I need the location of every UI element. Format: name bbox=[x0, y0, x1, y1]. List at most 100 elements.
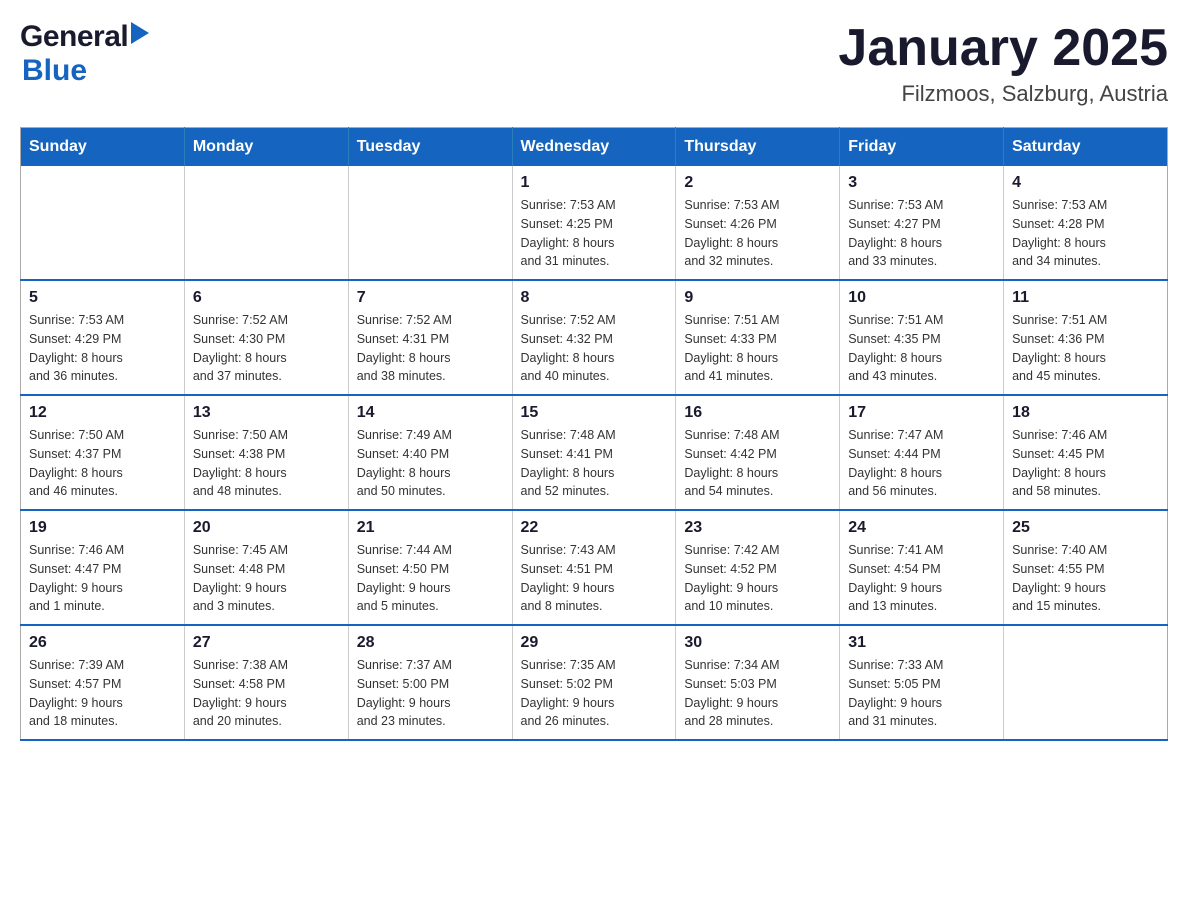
day-info: Sunrise: 7:34 AMSunset: 5:03 PMDaylight:… bbox=[684, 656, 831, 731]
day-number: 1 bbox=[521, 174, 668, 192]
calendar-cell: 9 Sunrise: 7:51 AMSunset: 4:33 PMDaylight… bbox=[676, 280, 840, 395]
day-number: 30 bbox=[684, 634, 831, 652]
day-info: Sunrise: 7:41 AMSunset: 4:54 PMDaylight:… bbox=[848, 541, 995, 616]
calendar-cell: 1Sunrise: 7:53 AMSunset: 4:25 PMDaylight… bbox=[512, 166, 676, 280]
day-info: Sunrise: 7:45 AMSunset: 4:48 PMDaylight:… bbox=[193, 541, 340, 616]
calendar-week-3: 12 Sunrise: 7:50 AMSunset: 4:37 PMDayligh… bbox=[21, 395, 1168, 510]
day-number: 29 bbox=[521, 634, 668, 652]
calendar-cell: 11 Sunrise: 7:51 AMSunset: 4:36 PMDayligh… bbox=[1004, 280, 1168, 395]
day-info: Sunrise: 7:53 AMSunset: 4:27 PMDaylight:… bbox=[848, 196, 995, 271]
day-number: 25 bbox=[1012, 519, 1159, 537]
day-info: Sunrise: 7:46 AMSunset: 4:45 PMDaylight:… bbox=[1012, 426, 1159, 501]
calendar-cell: 26 Sunrise: 7:39 AMSunset: 4:57 PMDayligh… bbox=[21, 625, 185, 740]
calendar-cell: 25Sunrise: 7:40 AMSunset: 4:55 PMDayligh… bbox=[1004, 510, 1168, 625]
day-number: 8 bbox=[521, 289, 668, 307]
day-info: Sunrise: 7:50 AMSunset: 4:37 PMDaylight:… bbox=[29, 426, 176, 501]
calendar-cell: 14 Sunrise: 7:49 AMSunset: 4:40 PMDayligh… bbox=[348, 395, 512, 510]
day-info: Sunrise: 7:52 AMSunset: 4:31 PMDaylight:… bbox=[357, 311, 504, 386]
day-info: Sunrise: 7:35 AMSunset: 5:02 PMDaylight:… bbox=[521, 656, 668, 731]
calendar-week-5: 26 Sunrise: 7:39 AMSunset: 4:57 PMDayligh… bbox=[21, 625, 1168, 740]
day-info: Sunrise: 7:51 AMSunset: 4:36 PMDaylight:… bbox=[1012, 311, 1159, 386]
day-info: Sunrise: 7:51 AMSunset: 4:33 PMDaylight:… bbox=[684, 311, 831, 386]
calendar-cell: 19 Sunrise: 7:46 AMSunset: 4:47 PMDayligh… bbox=[21, 510, 185, 625]
day-number: 16 bbox=[684, 404, 831, 422]
calendar-cell bbox=[184, 166, 348, 280]
day-info: Sunrise: 7:48 AMSunset: 4:42 PMDaylight:… bbox=[684, 426, 831, 501]
day-number: 10 bbox=[848, 289, 995, 307]
calendar-table: SundayMondayTuesdayWednesdayThursdayFrid… bbox=[20, 127, 1168, 741]
day-info: Sunrise: 7:52 AMSunset: 4:32 PMDaylight:… bbox=[521, 311, 668, 386]
day-info: Sunrise: 7:38 AMSunset: 4:58 PMDaylight:… bbox=[193, 656, 340, 731]
calendar-cell: 3 Sunrise: 7:53 AMSunset: 4:27 PMDaylight… bbox=[840, 166, 1004, 280]
logo-blue-text: Blue bbox=[22, 54, 87, 88]
day-number: 18 bbox=[1012, 404, 1159, 422]
calendar-header-row: SundayMondayTuesdayWednesdayThursdayFrid… bbox=[21, 128, 1168, 167]
day-info: Sunrise: 7:44 AMSunset: 4:50 PMDaylight:… bbox=[357, 541, 504, 616]
page-header: General Blue January 2025 Filzmoos, Salz… bbox=[20, 20, 1168, 107]
calendar-week-1: 1Sunrise: 7:53 AMSunset: 4:25 PMDaylight… bbox=[21, 166, 1168, 280]
day-info: Sunrise: 7:48 AMSunset: 4:41 PMDaylight:… bbox=[521, 426, 668, 501]
calendar-cell: 13Sunrise: 7:50 AMSunset: 4:38 PMDayligh… bbox=[184, 395, 348, 510]
day-number: 22 bbox=[521, 519, 668, 537]
day-number: 14 bbox=[357, 404, 504, 422]
calendar-cell: 17 Sunrise: 7:47 AMSunset: 4:44 PMDayligh… bbox=[840, 395, 1004, 510]
calendar-cell: 23 Sunrise: 7:42 AMSunset: 4:52 PMDayligh… bbox=[676, 510, 840, 625]
calendar-cell: 31 Sunrise: 7:33 AMSunset: 5:05 PMDayligh… bbox=[840, 625, 1004, 740]
calendar-cell: 16 Sunrise: 7:48 AMSunset: 4:42 PMDayligh… bbox=[676, 395, 840, 510]
day-number: 17 bbox=[848, 404, 995, 422]
day-info: Sunrise: 7:47 AMSunset: 4:44 PMDaylight:… bbox=[848, 426, 995, 501]
day-header-tuesday: Tuesday bbox=[348, 128, 512, 167]
day-header-wednesday: Wednesday bbox=[512, 128, 676, 167]
day-number: 4 bbox=[1012, 174, 1159, 192]
calendar-cell: 29 Sunrise: 7:35 AMSunset: 5:02 PMDayligh… bbox=[512, 625, 676, 740]
day-number: 9 bbox=[684, 289, 831, 307]
day-number: 31 bbox=[848, 634, 995, 652]
day-info: Sunrise: 7:43 AMSunset: 4:51 PMDaylight:… bbox=[521, 541, 668, 616]
day-number: 11 bbox=[1012, 289, 1159, 307]
calendar-cell: 21 Sunrise: 7:44 AMSunset: 4:50 PMDayligh… bbox=[348, 510, 512, 625]
day-number: 26 bbox=[29, 634, 176, 652]
day-number: 24 bbox=[848, 519, 995, 537]
calendar-cell bbox=[21, 166, 185, 280]
day-number: 15 bbox=[521, 404, 668, 422]
calendar-cell: 27 Sunrise: 7:38 AMSunset: 4:58 PMDayligh… bbox=[184, 625, 348, 740]
day-number: 23 bbox=[684, 519, 831, 537]
day-info: Sunrise: 7:49 AMSunset: 4:40 PMDaylight:… bbox=[357, 426, 504, 501]
day-info: Sunrise: 7:37 AMSunset: 5:00 PMDaylight:… bbox=[357, 656, 504, 731]
day-info: Sunrise: 7:51 AMSunset: 4:35 PMDaylight:… bbox=[848, 311, 995, 386]
day-header-friday: Friday bbox=[840, 128, 1004, 167]
day-number: 27 bbox=[193, 634, 340, 652]
day-number: 19 bbox=[29, 519, 176, 537]
day-header-monday: Monday bbox=[184, 128, 348, 167]
day-header-saturday: Saturday bbox=[1004, 128, 1168, 167]
calendar-cell: 6Sunrise: 7:52 AMSunset: 4:30 PMDaylight… bbox=[184, 280, 348, 395]
calendar-cell: 12 Sunrise: 7:50 AMSunset: 4:37 PMDayligh… bbox=[21, 395, 185, 510]
day-info: Sunrise: 7:39 AMSunset: 4:57 PMDaylight:… bbox=[29, 656, 176, 731]
calendar-cell: 7 Sunrise: 7:52 AMSunset: 4:31 PMDaylight… bbox=[348, 280, 512, 395]
calendar-cell: 18 Sunrise: 7:46 AMSunset: 4:45 PMDayligh… bbox=[1004, 395, 1168, 510]
day-number: 7 bbox=[357, 289, 504, 307]
title-block: January 2025 Filzmoos, Salzburg, Austria bbox=[838, 20, 1168, 107]
day-info: Sunrise: 7:53 AMSunset: 4:28 PMDaylight:… bbox=[1012, 196, 1159, 271]
logo: General Blue bbox=[20, 20, 149, 88]
day-number: 12 bbox=[29, 404, 176, 422]
day-header-thursday: Thursday bbox=[676, 128, 840, 167]
calendar-cell: 15 Sunrise: 7:48 AMSunset: 4:41 PMDayligh… bbox=[512, 395, 676, 510]
calendar-cell: 4 Sunrise: 7:53 AMSunset: 4:28 PMDaylight… bbox=[1004, 166, 1168, 280]
calendar-cell: 5Sunrise: 7:53 AMSunset: 4:29 PMDaylight… bbox=[21, 280, 185, 395]
day-header-sunday: Sunday bbox=[21, 128, 185, 167]
calendar-cell: 22 Sunrise: 7:43 AMSunset: 4:51 PMDayligh… bbox=[512, 510, 676, 625]
calendar-cell: 28Sunrise: 7:37 AMSunset: 5:00 PMDayligh… bbox=[348, 625, 512, 740]
day-number: 20 bbox=[193, 519, 340, 537]
day-info: Sunrise: 7:42 AMSunset: 4:52 PMDaylight:… bbox=[684, 541, 831, 616]
calendar-cell: 20 Sunrise: 7:45 AMSunset: 4:48 PMDayligh… bbox=[184, 510, 348, 625]
day-info: Sunrise: 7:46 AMSunset: 4:47 PMDaylight:… bbox=[29, 541, 176, 616]
day-number: 3 bbox=[848, 174, 995, 192]
logo-arrow-icon bbox=[131, 22, 149, 49]
day-info: Sunrise: 7:33 AMSunset: 5:05 PMDaylight:… bbox=[848, 656, 995, 731]
calendar-week-2: 5Sunrise: 7:53 AMSunset: 4:29 PMDaylight… bbox=[21, 280, 1168, 395]
day-info: Sunrise: 7:52 AMSunset: 4:30 PMDaylight:… bbox=[193, 311, 340, 386]
day-number: 2 bbox=[684, 174, 831, 192]
month-title: January 2025 bbox=[838, 20, 1168, 77]
day-number: 21 bbox=[357, 519, 504, 537]
